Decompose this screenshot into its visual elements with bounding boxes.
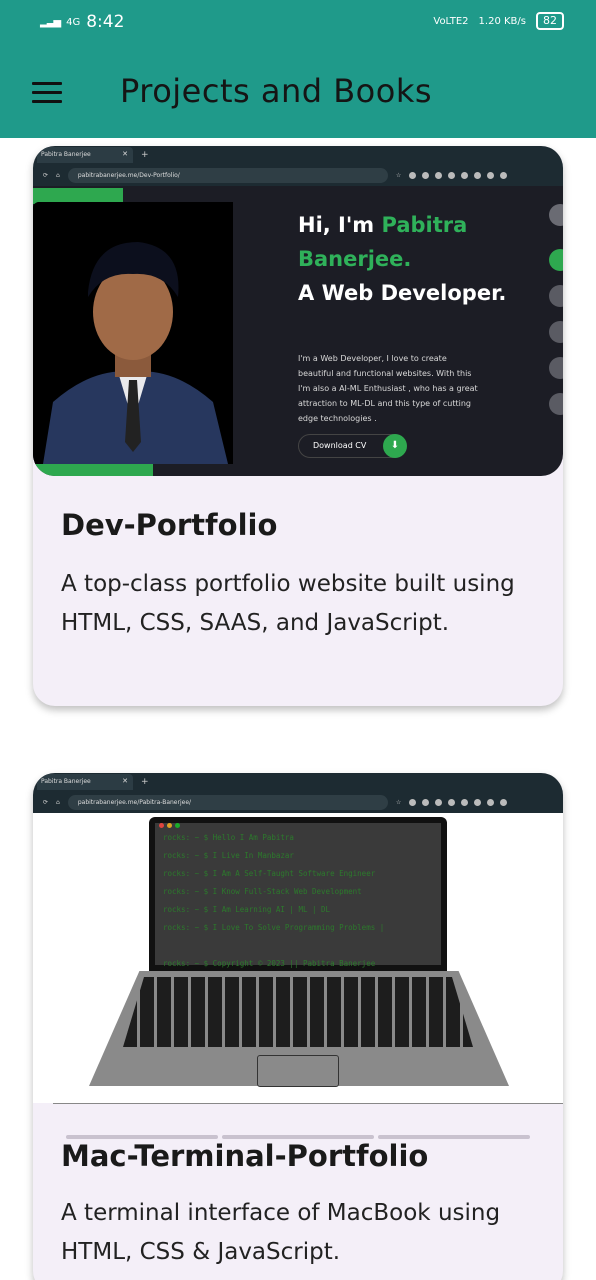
profile-photo bbox=[33, 202, 233, 464]
project-card[interactable]: Pabitra Banerjee ✕ + ⟳ ⌂ pabitrabanerjee… bbox=[33, 146, 563, 706]
terminal-line: rocks: ~ $ I Am A Self-Taught Software E… bbox=[163, 869, 376, 878]
terminal-line: rocks: ~ $ I Know Full-Stack Web Develop… bbox=[163, 887, 362, 896]
address-bar: pabitrabanerjee.me/Dev-Portfolio/ bbox=[67, 167, 388, 183]
browser-tab: Pabitra Banerjee ✕ bbox=[37, 147, 133, 163]
address-url: pabitrabanerjee.me/Pabitra-Banerjee/ bbox=[77, 798, 192, 806]
terminal-line: rocks: ~ $ Hello I Am Pabitra bbox=[163, 833, 294, 842]
network-type: 4G bbox=[66, 16, 81, 28]
back-icon: ⟳ bbox=[43, 171, 49, 179]
laptop-screen: rocks: ~ $ Hello I Am Pabitra rocks: ~ $… bbox=[149, 817, 447, 971]
star-icon: ☆ bbox=[395, 798, 402, 806]
hero-role: A Web Developer. bbox=[298, 281, 507, 305]
extension-icons bbox=[409, 171, 508, 179]
trackpad bbox=[257, 1055, 339, 1087]
volte-indicator: VoLTE2 bbox=[433, 15, 469, 27]
status-time: 8:42 bbox=[86, 12, 125, 32]
status-left: ▂▃▅ 4G 8:42 bbox=[40, 12, 124, 32]
close-icon: ✕ bbox=[122, 777, 128, 785]
scroll-indicator bbox=[66, 1135, 530, 1139]
download-cv-label: Download CV bbox=[313, 441, 367, 450]
project-description: A top-class portfolio website built usin… bbox=[61, 571, 515, 636]
keyboard-keys bbox=[123, 977, 473, 1047]
download-icon: ⬇ bbox=[383, 434, 407, 458]
hero-heading: Hi, I'm Pabitra Banerjee. A Web Develope… bbox=[298, 208, 563, 310]
terminal-line: rocks: ~ $ I Love To Solve Programming P… bbox=[163, 923, 385, 932]
contact-nav-icon bbox=[549, 393, 563, 415]
browser-tab-title: Pabitra Banerjee bbox=[41, 151, 91, 158]
project-title: Mac-Terminal-Portfolio bbox=[61, 1139, 429, 1173]
window-controls-icon bbox=[159, 817, 183, 835]
browser-tab: Pabitra Banerjee ✕ bbox=[37, 774, 133, 790]
terminal-window: rocks: ~ $ Hello I Am Pabitra rocks: ~ $… bbox=[155, 823, 441, 968]
app-bar: Projects and Books bbox=[0, 48, 596, 138]
status-right: VoLTE2 1.20 KB/s 82 bbox=[433, 12, 564, 30]
network-speed: 1.20 KB/s bbox=[478, 15, 526, 27]
terminal-line: rocks: ~ $ Copyright © 2023 || Pabitra B… bbox=[163, 959, 376, 968]
hero-prefix: Hi, I'm bbox=[298, 213, 382, 237]
browser-chrome: Pabitra Banerjee ✕ + ⟳ ⌂ pabitrabanerjee… bbox=[33, 146, 563, 186]
extension-icons bbox=[409, 798, 508, 806]
terminal-line: rocks: ~ $ I Live In Manbazar bbox=[163, 851, 294, 860]
new-tab-icon: + bbox=[141, 150, 149, 160]
project-title: Dev-Portfolio bbox=[61, 508, 278, 542]
hamburger-menu-icon[interactable] bbox=[32, 82, 62, 104]
back-icon: ⟳ bbox=[43, 798, 49, 806]
divider bbox=[53, 1103, 563, 1104]
terminal-preview: rocks: ~ $ Hello I Am Pabitra rocks: ~ $… bbox=[33, 813, 563, 1104]
green-accent bbox=[33, 464, 153, 476]
terminal-line: rocks: ~ $ I Am Learning AI | ML | DL bbox=[163, 905, 331, 914]
home-icon: ⌂ bbox=[56, 798, 60, 806]
address-bar: pabitrabanerjee.me/Pabitra-Banerjee/ bbox=[67, 794, 388, 810]
download-cv-button: Download CV ⬇ bbox=[298, 434, 407, 458]
project-list[interactable]: Pabitra Banerjee ✕ + ⟳ ⌂ pabitrabanerjee… bbox=[0, 138, 596, 1280]
address-url: pabitrabanerjee.me/Dev-Portfolio/ bbox=[77, 171, 180, 179]
close-icon: ✕ bbox=[122, 150, 128, 158]
hero-intro: I'm a Web Developer, I love to create be… bbox=[298, 354, 478, 423]
project-card[interactable]: Pabitra Banerjee ✕ + ⟳ ⌂ pabitrabanerjee… bbox=[33, 773, 563, 1280]
home-icon: ⌂ bbox=[56, 171, 60, 179]
briefcase-nav-icon bbox=[549, 321, 563, 343]
new-tab-icon: + bbox=[141, 777, 149, 787]
message-nav-icon bbox=[549, 357, 563, 379]
battery-level: 82 bbox=[543, 14, 557, 27]
browser-chrome: Pabitra Banerjee ✕ + ⟳ ⌂ pabitrabanerjee… bbox=[33, 773, 563, 813]
status-bar: ▂▃▅ 4G 8:42 VoLTE2 1.20 KB/s 82 bbox=[0, 0, 596, 48]
star-icon: ☆ bbox=[395, 171, 402, 179]
project-description: A terminal interface of MacBook using HT… bbox=[61, 1200, 501, 1265]
portfolio-preview: Hi, I'm Pabitra Banerjee. A Web Develope… bbox=[33, 186, 563, 476]
page-title: Projects and Books bbox=[120, 72, 433, 110]
battery-icon: 82 bbox=[536, 12, 564, 30]
browser-tab-title: Pabitra Banerjee bbox=[41, 778, 91, 785]
signal-icon: ▂▃▅ bbox=[40, 16, 61, 28]
